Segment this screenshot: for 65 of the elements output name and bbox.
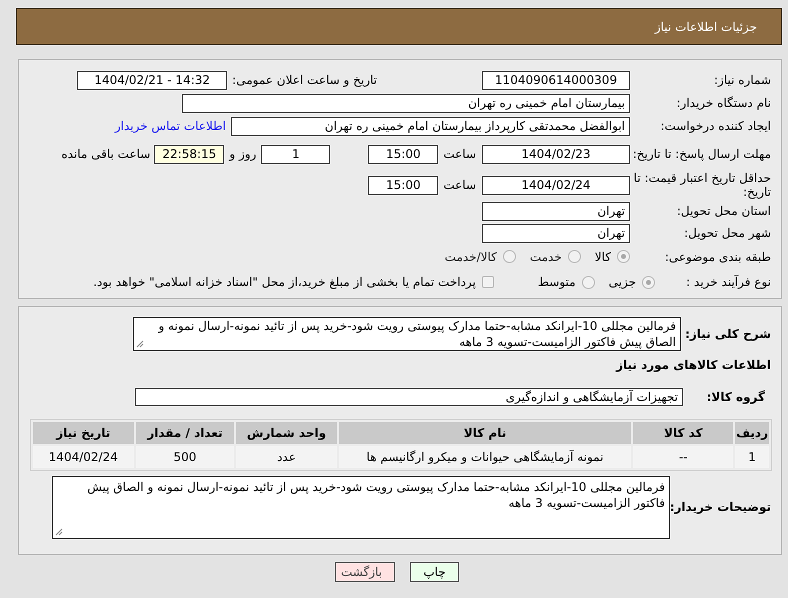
field-label: ساعت باقی مانده bbox=[61, 147, 150, 161]
option-label: جزیی bbox=[608, 275, 636, 289]
option-label: کالا bbox=[594, 250, 611, 264]
date-field: 1404/02/23 bbox=[482, 144, 630, 164]
field-label: گروه کالا: bbox=[706, 390, 766, 404]
resize-grip-icon[interactable] bbox=[136, 340, 144, 348]
item-group-field: تجهیزات آزمایشگاهی و اندازه‌گیری bbox=[135, 388, 683, 406]
table-cell: 1 bbox=[735, 446, 769, 468]
checkbox[interactable] bbox=[482, 276, 494, 288]
column-header: تعداد / مقدار bbox=[136, 422, 234, 444]
option-label: متوسط bbox=[538, 275, 576, 289]
field-label: ساعت bbox=[443, 178, 476, 192]
table-cell: 1404/02/24 bbox=[33, 446, 134, 468]
field-label: توضیحات خریدار: bbox=[670, 500, 772, 514]
resize-grip-icon[interactable] bbox=[55, 528, 63, 536]
field-label: نام دستگاه خریدار: bbox=[676, 96, 771, 110]
time-field: 15:00 bbox=[368, 144, 438, 164]
days-field: 1 bbox=[261, 144, 330, 164]
option-label: کالا/خدمت bbox=[444, 250, 497, 264]
column-header: کد کالا bbox=[633, 422, 734, 444]
city-field: تهران bbox=[482, 224, 630, 242]
time-field: 15:00 bbox=[368, 176, 438, 194]
buyer-org-field: بیمارستان امام خمینی ره تهران bbox=[182, 94, 630, 112]
column-header: تاریخ نیاز bbox=[33, 422, 134, 444]
field-label: شرح کلی نیاز: bbox=[684, 327, 772, 341]
need-number-field: 1104090614000309 bbox=[482, 70, 630, 90]
datetime-field: 1404/02/21 - 14:32 bbox=[77, 70, 228, 90]
field-label: استان محل تحویل: bbox=[676, 204, 771, 218]
field-label: شهر محل تحویل: bbox=[683, 226, 771, 240]
column-header: ردیف bbox=[735, 422, 769, 444]
payment-note: پرداخت تمام یا بخشی از مبلغ خرید،از محل "اسناد خزانه اسلامی" خواهد بود. bbox=[93, 275, 476, 289]
field-label: ایجاد کننده درخواست: bbox=[659, 119, 771, 133]
table-cell: نمونه آزمایشگاهی حیوانات و میکرو ارگانیسم ها bbox=[338, 446, 632, 468]
province-field: تهران bbox=[482, 202, 630, 220]
table-cell: -- bbox=[633, 446, 734, 468]
field-label: روز و bbox=[229, 147, 256, 161]
field-label: ساعت bbox=[443, 147, 476, 161]
table-cell: 500 bbox=[136, 446, 234, 468]
radio-button[interactable] bbox=[617, 250, 630, 263]
column-header: نام کالا bbox=[338, 422, 632, 444]
radio-button[interactable] bbox=[582, 276, 595, 288]
remaining-time-field: 22:58:15 bbox=[154, 144, 224, 164]
radio-button[interactable] bbox=[568, 250, 581, 263]
field-label: شماره نیاز: bbox=[713, 73, 771, 87]
field-label: تاریخ و ساعت اعلان عمومی: bbox=[232, 73, 377, 87]
buyer-notes-text: فرمالین مجللی 10-ایرانکد مشابه-حتما مدارک پیوستی رویت شود-خرید پس از تائید نمونه-ارسال نمونه و الصاق پیش فاکتور الزامیست-تسویه 3 ماهه bbox=[87, 480, 665, 510]
contact-link[interactable]: اطلاعات تماس خریدار bbox=[114, 119, 226, 133]
table-cell: عدد bbox=[236, 446, 337, 468]
description-text: فرمالین مجللی 10-ایرانکد مشابه-حتما مدارک پیوستی رویت شود-خرید پس از تائید نمونه-ارسال نمونه و الصاق پیش فاکتور الزامیست-تسویه 3 ماهه bbox=[158, 319, 676, 349]
field-label: مهلت ارسال پاسخ: تا تاریخ: bbox=[632, 147, 771, 161]
radio-button[interactable] bbox=[642, 276, 655, 288]
print-button[interactable]: چاپ bbox=[410, 562, 459, 582]
option-label: خدمت bbox=[530, 250, 562, 264]
field-label: طبقه بندی موضوعی: bbox=[664, 250, 771, 264]
requester-field: ابوالفضل محمدتقی کارپرداز بیمارستان امام خمینی ره تهران bbox=[231, 116, 630, 136]
buyer-notes-field[interactable]: فرمالین مجللی 10-ایرانکد مشابه-حتما مدارک پیوستی رویت شود-خرید پس از تائید نمونه-ارسال نمونه و الصاق پیش فاکتور الزامیست-تسویه 3 ماهه bbox=[52, 476, 670, 539]
field-label: حداقل تاریخ اعتبار قیمت: تا تاریخ: bbox=[632, 171, 771, 199]
column-header: واحد شمارش bbox=[236, 422, 337, 444]
radio-button[interactable] bbox=[502, 250, 516, 263]
description-field[interactable]: فرمالین مجللی 10-ایرانکد مشابه-حتما مدارک پیوستی رویت شود-خرید پس از تائید نمونه-ارسال نمونه و الصاق پیش فاکتور الزامیست-تسویه 3 ماهه bbox=[133, 317, 681, 351]
section-title: اطلاعات کالاهای مورد نیاز bbox=[616, 358, 772, 372]
field-label: نوع فرآیند خرید : bbox=[685, 275, 771, 289]
back-button[interactable]: بازگشت bbox=[335, 562, 395, 582]
date-field: 1404/02/24 bbox=[482, 176, 630, 194]
page-title: جزئیات اطلاعات نیاز bbox=[654, 20, 757, 34]
